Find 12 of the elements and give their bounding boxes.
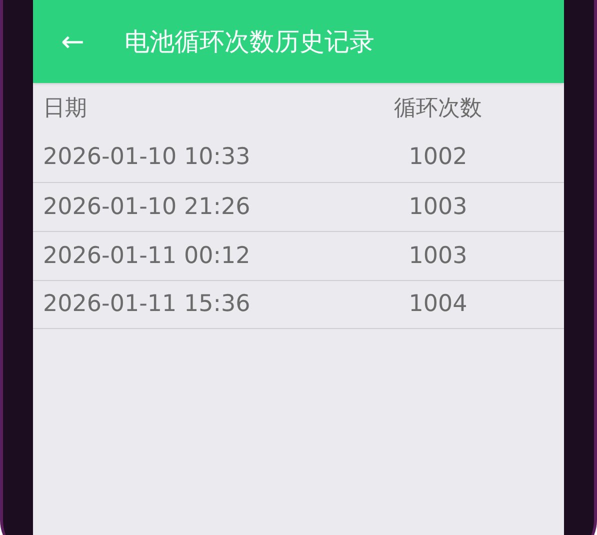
table-cell-text: 2026-01-11 15:36 (43, 290, 252, 320)
table-cell-text: 2026-01-11 00:12 (43, 242, 252, 271)
table-cell-text: 1003 (408, 192, 468, 222)
column-header: 循环次数 (393, 94, 483, 122)
table-cell-text: 2026-01-10 21:26 (43, 192, 252, 222)
page-title: 电池循环次数历史记录 (124, 26, 374, 58)
table-cell-text: 1002 (408, 143, 468, 172)
back-button[interactable]: ← (61, 28, 84, 56)
column-header: 日期 (43, 94, 88, 122)
table-cell-text: 2026-01-10 10:33 (43, 143, 252, 172)
table-cell-text: 1003 (408, 242, 468, 271)
table-cell-text: 1004 (408, 290, 468, 320)
